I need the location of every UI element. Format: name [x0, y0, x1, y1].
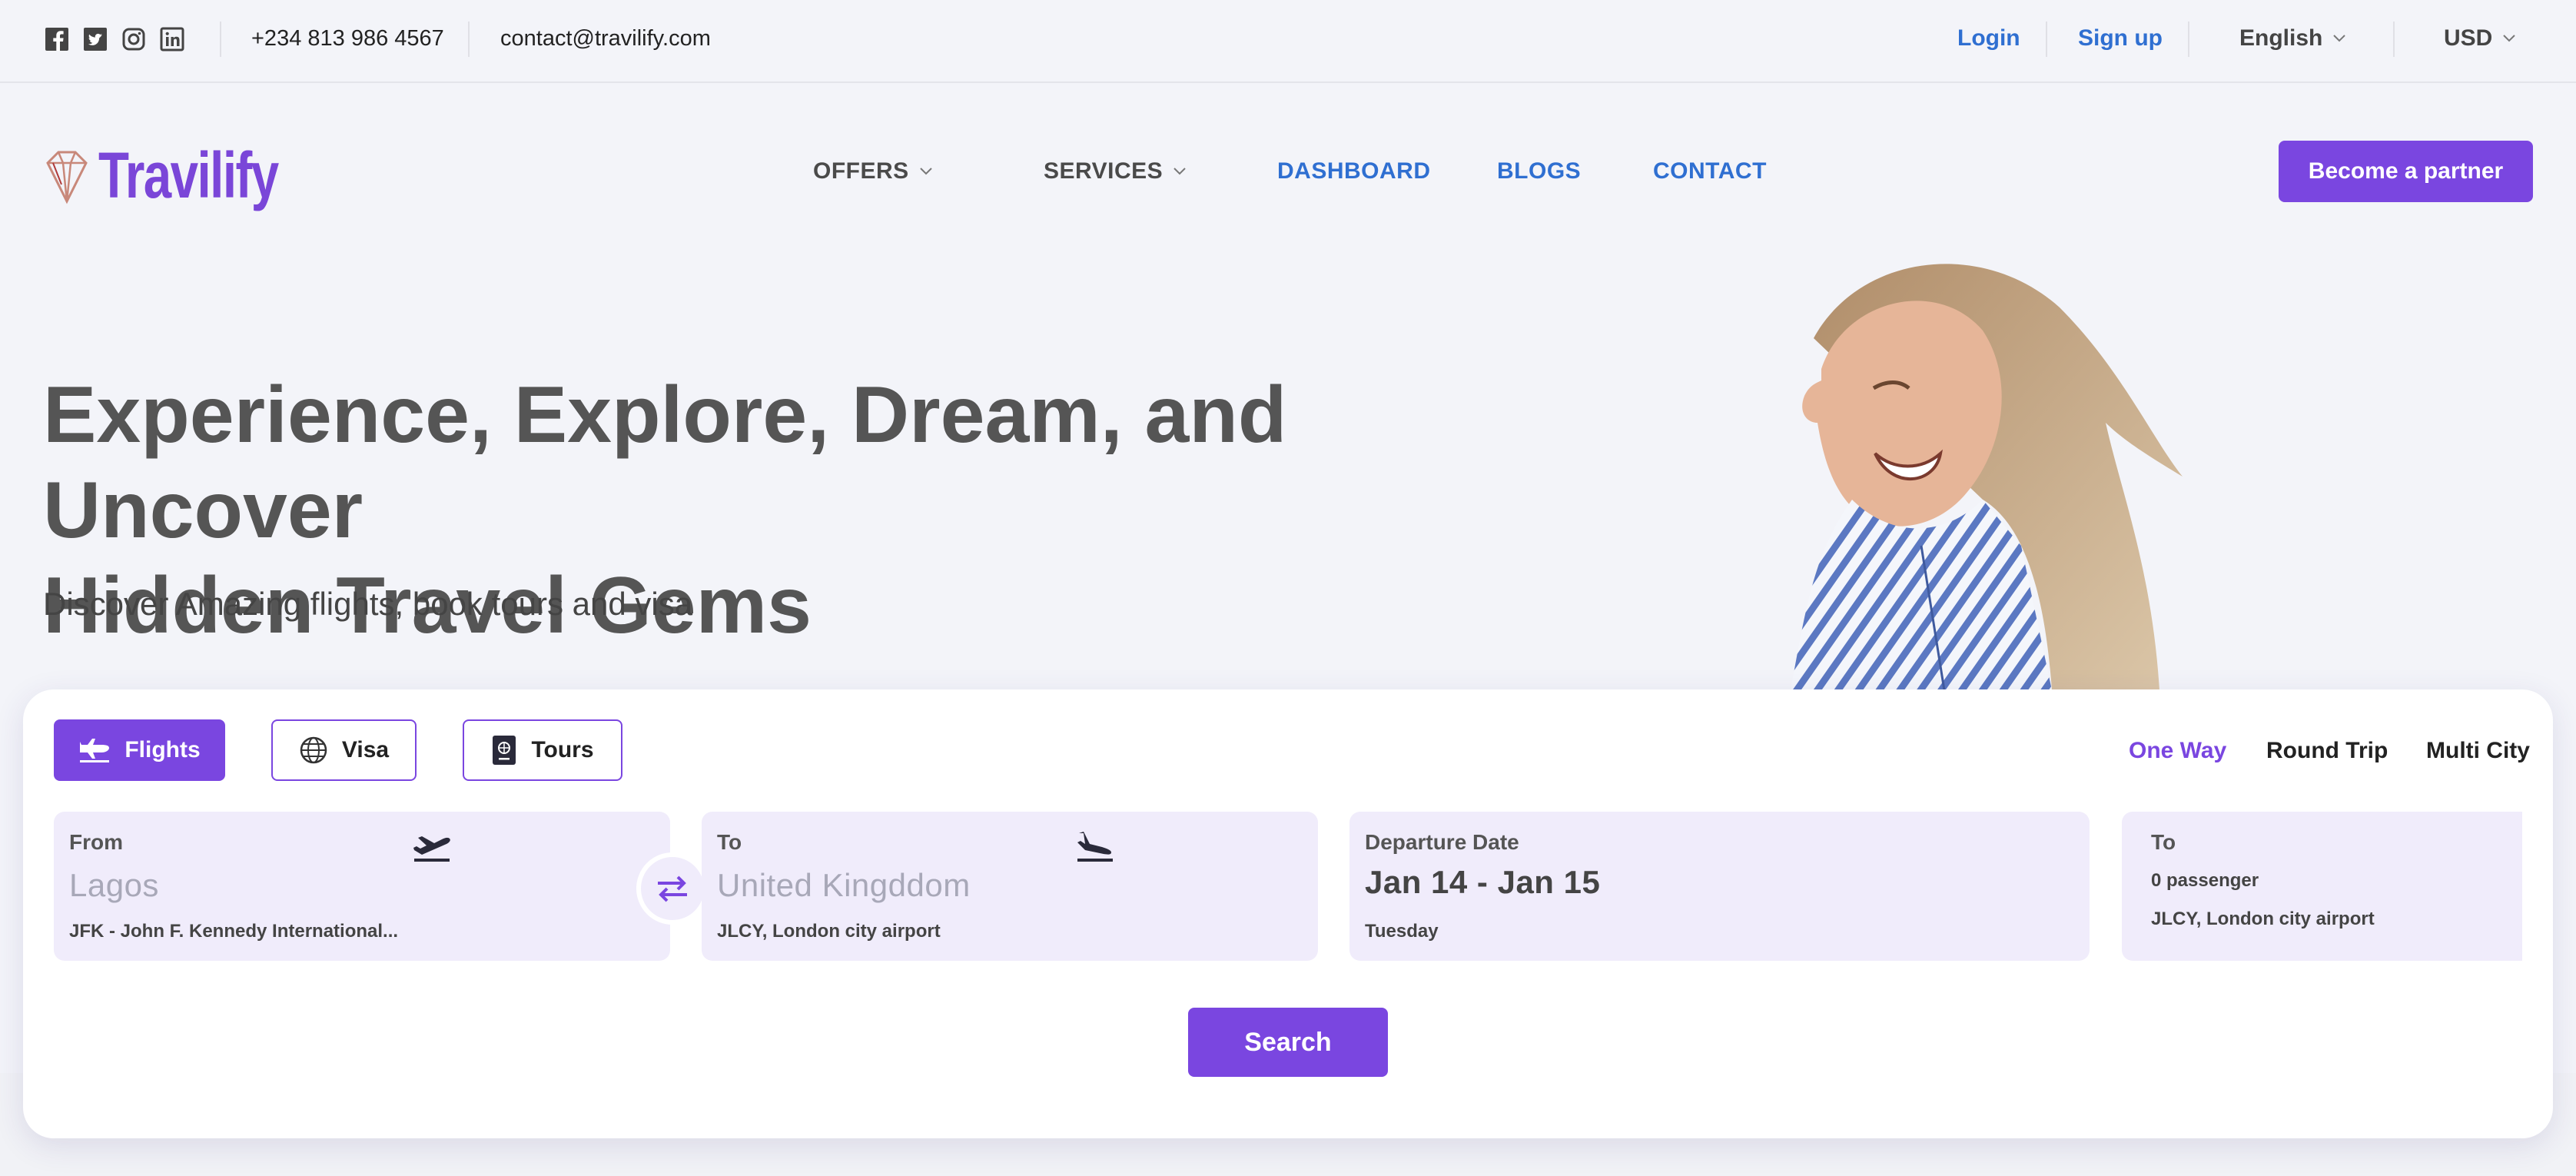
become-partner-button[interactable]: Become a partner	[2279, 141, 2533, 202]
swap-locations-button[interactable]	[636, 852, 709, 925]
divider	[2046, 22, 2047, 57]
diamond-logo-icon	[46, 151, 88, 204]
tab-visa-label: Visa	[341, 737, 390, 762]
hero-woman-photo	[1691, 246, 2229, 690]
departure-date-field[interactable]: Departure Date Jan 14 - Jan 15 Tuesday	[1349, 812, 2090, 961]
passenger-airport: JLCY, London city airport	[2151, 909, 2375, 929]
nav-dashboard[interactable]: DASHBOARD	[1277, 158, 1431, 184]
twitter-icon[interactable]	[83, 25, 108, 53]
to-label: To	[717, 830, 742, 854]
facebook-icon[interactable]	[45, 25, 69, 53]
departure-value: Jan 14 - Jan 15	[1365, 864, 1601, 900]
currency-value: USD	[2444, 25, 2493, 51]
divider	[2188, 22, 2189, 57]
brand-logo[interactable]: Travilify	[43, 138, 329, 213]
passenger-label: To	[2151, 830, 2176, 854]
top-bar: +234 813 986 4567 contact@travilify.com …	[0, 0, 2576, 83]
globe-icon	[300, 736, 327, 764]
trip-one-way[interactable]: One Way	[2129, 738, 2226, 764]
chevron-down-icon	[2503, 35, 2516, 42]
login-link[interactable]: Login	[1957, 25, 2020, 51]
language-select[interactable]: English	[2239, 25, 2346, 51]
from-label: From	[69, 830, 123, 854]
trip-round-trip[interactable]: Round Trip	[2266, 738, 2388, 764]
brand-name: Travilify	[98, 139, 279, 211]
phone-number: +234 813 986 4567	[251, 26, 444, 51]
to-value: United Kingddom	[717, 867, 971, 903]
nav-offers[interactable]: OFFERS	[813, 158, 932, 184]
tab-tours-label: Tours	[531, 737, 594, 762]
social-links	[45, 25, 184, 53]
tab-tours[interactable]: Tours	[463, 719, 622, 781]
to-airport: JLCY, London city airport	[717, 921, 941, 942]
contact-email[interactable]: contact@travilify.com	[500, 26, 711, 51]
swap-arrows-icon	[658, 875, 687, 902]
chevron-down-icon	[2333, 35, 2346, 42]
nav-blogs[interactable]: BLOGS	[1497, 158, 1581, 184]
tab-visa[interactable]: Visa	[271, 719, 417, 781]
linkedin-icon[interactable]	[160, 25, 184, 53]
airplane-icon	[80, 739, 110, 762]
divider	[220, 22, 221, 57]
chevron-down-icon	[1173, 168, 1186, 175]
tab-flights[interactable]: Flights	[54, 719, 225, 781]
chevron-down-icon	[919, 168, 932, 175]
divider	[2393, 22, 2395, 57]
departure-label: Departure Date	[1365, 830, 1519, 854]
search-button[interactable]: Search	[1188, 1008, 1388, 1077]
landing-icon	[1077, 832, 1113, 862]
nav-contact[interactable]: CONTACT	[1653, 158, 1767, 184]
trip-multi-city[interactable]: Multi City	[2426, 738, 2530, 764]
hero-subtitle: Discover Amazing flights, book tours and…	[43, 586, 693, 622]
passenger-field[interactable]: To 0 passenger JLCY, London city airport	[2122, 812, 2522, 961]
instagram-icon[interactable]	[121, 25, 146, 53]
nav-services[interactable]: SERVICES	[1044, 158, 1186, 184]
from-value: Lagos	[69, 867, 159, 903]
from-field[interactable]: From Lagos JFK - John F. Kennedy Interna…	[54, 812, 670, 961]
passport-icon	[493, 736, 516, 765]
departure-day: Tuesday	[1365, 921, 1439, 942]
language-value: English	[2239, 25, 2323, 51]
passenger-count: 0 passenger	[2151, 870, 2259, 891]
nav-offers-label: OFFERS	[813, 158, 909, 184]
divider	[468, 22, 470, 57]
to-field[interactable]: To United Kingddom JLCY, London city air…	[702, 812, 1318, 961]
currency-select[interactable]: USD	[2444, 25, 2516, 51]
hero-title-line-1: Experience, Explore, Dream, and Uncover	[43, 370, 1287, 555]
signup-link[interactable]: Sign up	[2078, 25, 2163, 51]
tab-flights-label: Flights	[124, 737, 201, 762]
from-airport: JFK - John F. Kennedy International...	[69, 921, 399, 942]
nav-services-label: SERVICES	[1044, 158, 1164, 184]
takeoff-icon	[413, 836, 450, 862]
